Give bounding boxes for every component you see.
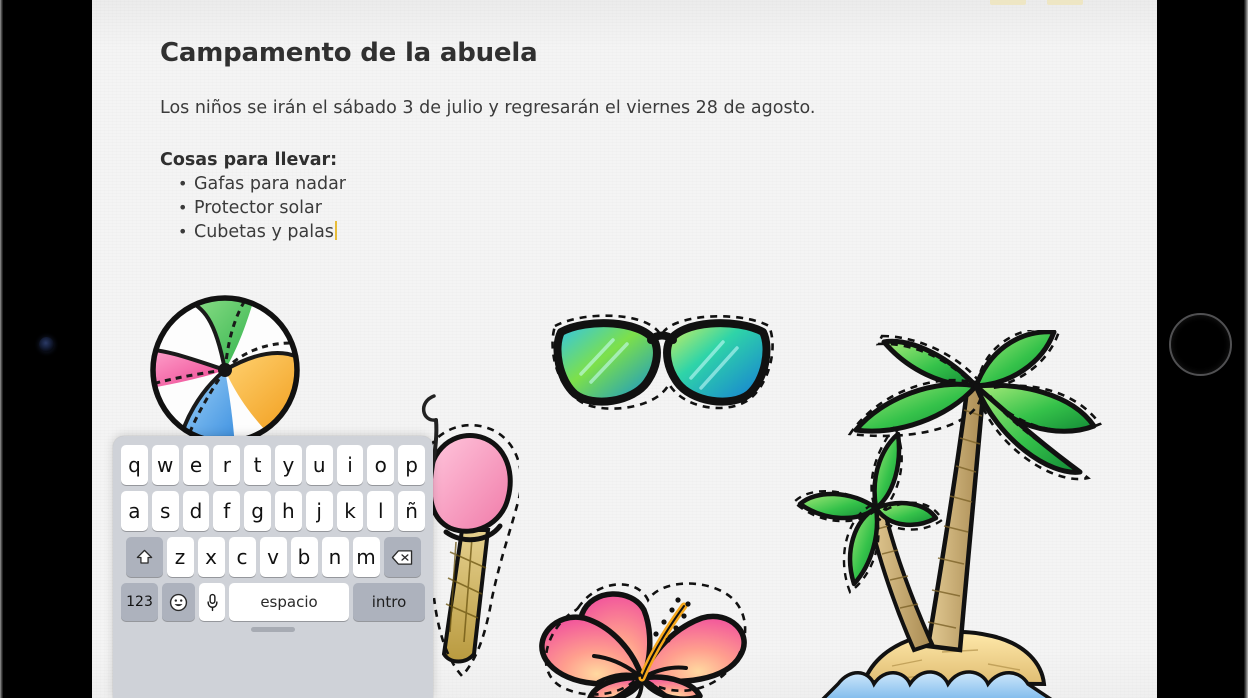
- enter-key[interactable]: intro: [353, 583, 425, 621]
- key-p[interactable]: p: [398, 445, 425, 485]
- key-t[interactable]: t: [244, 445, 271, 485]
- key-a[interactable]: a: [121, 491, 148, 531]
- keyboard-row-4: 123 espacio intro: [121, 583, 425, 621]
- device-frame-right-edge: [1244, 0, 1248, 698]
- packing-list: Gafas para nadar Protector solar Cubetas…: [160, 172, 860, 245]
- key-y[interactable]: y: [275, 445, 302, 485]
- tablet-screen: Campamento de la abuela Los niños se irá…: [92, 0, 1157, 698]
- list-item-label: Cubetas y palas: [194, 222, 334, 243]
- home-button-icon[interactable]: [1169, 313, 1232, 376]
- backspace-key[interactable]: [383, 537, 421, 577]
- numeric-toggle-key[interactable]: 123: [121, 583, 158, 621]
- key-r[interactable]: r: [213, 445, 241, 485]
- text-caret: [334, 221, 337, 241]
- hibiscus-sticker[interactable]: [532, 578, 754, 698]
- list-item[interactable]: Cubetas y palas: [160, 220, 860, 245]
- key-n[interactable]: n: [321, 537, 349, 577]
- key-i[interactable]: i: [336, 445, 364, 485]
- keyboard-row-1: q w e r t y u i o p: [121, 445, 425, 485]
- key-s[interactable]: s: [151, 491, 179, 531]
- key-j[interactable]: j: [305, 491, 333, 531]
- backspace-icon: [391, 549, 413, 565]
- key-d[interactable]: d: [182, 491, 210, 531]
- keyboard-row-2: a s d f g h j k l ñ: [121, 491, 425, 531]
- microphone-icon: [206, 593, 218, 611]
- space-key[interactable]: espacio: [229, 583, 349, 621]
- list-item[interactable]: Gafas para nadar: [160, 172, 860, 197]
- key-b[interactable]: b: [290, 537, 318, 577]
- key-h[interactable]: h: [275, 491, 302, 531]
- document-subheading: Cosas para llevar:: [160, 150, 338, 171]
- shift-arrow-icon: [136, 549, 152, 564]
- dictation-key[interactable]: [199, 583, 225, 621]
- key-l[interactable]: l: [367, 491, 395, 531]
- key-x[interactable]: x: [197, 537, 225, 577]
- key-g[interactable]: g: [244, 491, 271, 531]
- key-enye[interactable]: ñ: [398, 491, 425, 531]
- key-f[interactable]: f: [213, 491, 241, 531]
- list-item-label: Protector solar: [194, 198, 322, 219]
- key-q[interactable]: q: [121, 445, 148, 485]
- key-e[interactable]: e: [182, 445, 210, 485]
- document-body[interactable]: Campamento de la abuela Los niños se irá…: [160, 38, 860, 245]
- list-item-label: Gafas para nadar: [194, 174, 347, 195]
- device-frame-left-edge: [0, 0, 3, 698]
- document-paragraph: Los niños se irán el sábado 3 de julio y…: [160, 97, 816, 118]
- toolbar-mark-1[interactable]: [990, 0, 1026, 5]
- key-w[interactable]: w: [151, 445, 179, 485]
- list-item[interactable]: Protector solar: [160, 196, 860, 221]
- key-k[interactable]: k: [336, 491, 364, 531]
- sunglasses-sticker[interactable]: [547, 308, 777, 418]
- key-u[interactable]: u: [305, 445, 333, 485]
- beach-ball-sticker[interactable]: [137, 288, 317, 448]
- shift-key[interactable]: [125, 537, 163, 577]
- page-title: Campamento de la abuela: [160, 38, 538, 68]
- key-o[interactable]: o: [367, 445, 395, 485]
- palm-island-sticker[interactable]: [792, 330, 1114, 698]
- key-m[interactable]: m: [352, 537, 380, 577]
- camera-lens-icon: [39, 337, 54, 352]
- toolbar-clipped-marks: [92, 0, 1157, 6]
- key-c[interactable]: c: [228, 537, 256, 577]
- emoji-key[interactable]: [162, 583, 195, 621]
- key-z[interactable]: z: [166, 537, 194, 577]
- tablet-device: Campamento de la abuela Los niños se irá…: [0, 0, 1248, 698]
- keyboard-row-3: z x c v b n m: [121, 537, 425, 577]
- on-screen-keyboard[interactable]: q w e r t y u i o p a s d f g h j k l ñ …: [113, 436, 433, 698]
- key-v[interactable]: v: [259, 537, 287, 577]
- keyboard-drag-handle[interactable]: [251, 627, 295, 632]
- smiley-icon: [169, 593, 188, 611]
- toolbar-mark-2[interactable]: [1047, 0, 1083, 5]
